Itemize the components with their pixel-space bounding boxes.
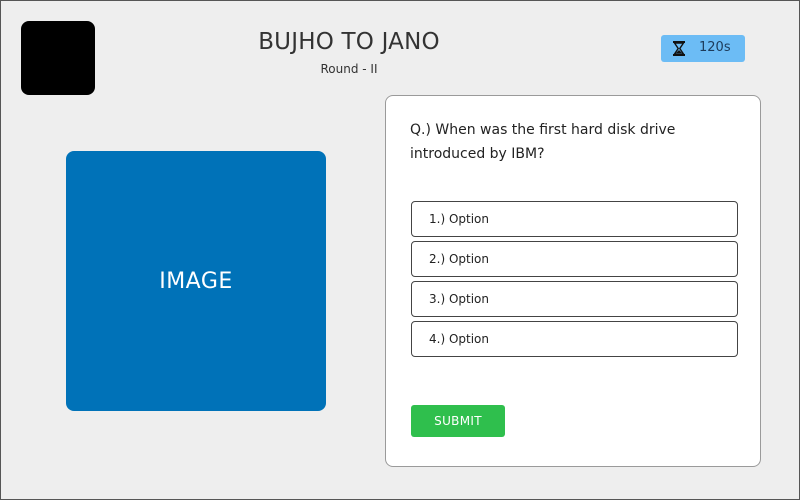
question-image-placeholder: IMAGE xyxy=(66,151,326,411)
timer-badge: 120s xyxy=(661,35,745,62)
option-3[interactable]: 3.) Option xyxy=(411,281,738,317)
round-label: Round - II xyxy=(320,62,378,76)
option-2[interactable]: 2.) Option xyxy=(411,241,738,277)
app-frame: BUJHO TO JANO Round - II 120s IMAGE Q.) … xyxy=(0,0,800,500)
option-1[interactable]: 1.) Option xyxy=(411,201,738,237)
option-label: 3.) Option xyxy=(429,292,489,306)
timer-value: 120s xyxy=(699,40,731,55)
option-label: 2.) Option xyxy=(429,252,489,266)
hourglass-icon xyxy=(673,41,685,56)
question-text: Q.) When was the first hard disk drive i… xyxy=(410,122,676,162)
submit-button[interactable]: SUBMIT xyxy=(411,405,505,437)
question-card: Q.) When was the first hard disk drive i… xyxy=(385,95,761,467)
image-placeholder-label: IMAGE xyxy=(159,268,233,294)
logo xyxy=(21,21,95,95)
option-label: 1.) Option xyxy=(429,212,489,226)
page-title: BUJHO TO JANO xyxy=(258,29,440,55)
option-label: 4.) Option xyxy=(429,332,489,346)
option-4[interactable]: 4.) Option xyxy=(411,321,738,357)
